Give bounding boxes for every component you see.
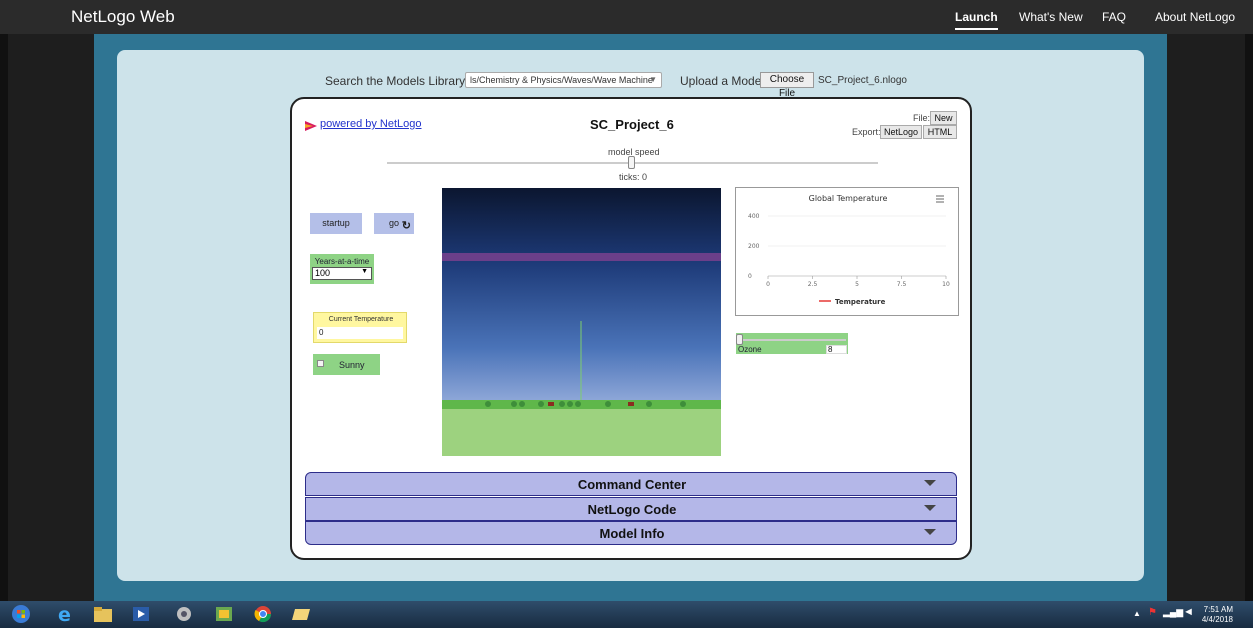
ticks-counter: ticks: 0 [619, 172, 648, 182]
taskbar-time[interactable]: 7:51 AM [1203, 605, 1233, 614]
plot-x-tick-label: 10 [942, 281, 950, 288]
plot-x-tick-label: 5 [855, 281, 859, 288]
command-center-label: Command Center [577, 477, 687, 492]
choose-file-button[interactable]: Choose File [760, 72, 814, 99]
file-new-button[interactable]: New [930, 111, 957, 125]
ozone-slider-thumb[interactable] [736, 334, 743, 345]
years-at-a-time-label: Years-at-a-time [314, 257, 370, 266]
system-tray-chevron-icon[interactable]: ▲ [1133, 609, 1141, 618]
ground [442, 409, 721, 456]
years-at-a-time-select[interactable]: 100 ▼ [312, 267, 372, 280]
netlogo-logo-icon[interactable] [305, 121, 317, 131]
export-html-button[interactable]: HTML [923, 125, 957, 139]
upload-model-label: Upload a Model: [680, 74, 768, 88]
nav-whats-new[interactable]: What's New [1019, 10, 1083, 24]
ozone-layer [442, 253, 721, 261]
chrome-icon[interactable] [252, 604, 274, 624]
world-view[interactable] [442, 188, 721, 456]
powered-by-link[interactable]: powered by NetLogo [320, 118, 422, 130]
startup-button[interactable]: startup [310, 213, 362, 234]
years-at-a-time-value: 100 [315, 268, 331, 278]
years-at-a-time-chooser[interactable]: Years-at-a-time 100 ▼ [310, 254, 374, 284]
sunny-switch[interactable]: Sunny [313, 354, 380, 375]
plot-x-ticks: 0 2.5 5 7.5 10 [766, 276, 950, 288]
plot-x-tick-label: 0 [766, 281, 770, 288]
go-button-label: go [388, 218, 399, 228]
hamburger-menu-icon[interactable] [936, 195, 944, 203]
ozone-value-input[interactable]: 8 [826, 345, 847, 354]
chevron-down-icon [924, 505, 936, 511]
plot-x-tick-label: 7.5 [897, 281, 907, 288]
models-library-label: Search the Models Library: [325, 74, 469, 88]
model-info-label: Model Info [599, 526, 665, 541]
internet-explorer-icon[interactable]: e [55, 604, 77, 624]
current-temperature-monitor: Current Temperature 0 [313, 312, 407, 343]
netlogo-code-label: NetLogo Code [587, 502, 677, 517]
media-player-icon[interactable] [130, 604, 152, 624]
nav-launch[interactable]: Launch [955, 10, 998, 30]
app-icon[interactable] [173, 604, 195, 624]
model-speed-thumb[interactable] [628, 156, 635, 169]
windows-start-icon[interactable] [10, 604, 32, 624]
export-label: Export: [852, 127, 881, 137]
go-button[interactable]: go ↻ [374, 213, 414, 234]
plot-canvas: Global Temperature 400 200 0 0 2.5 5 7.5 10 Te… [748, 194, 950, 306]
taskbar-date[interactable]: 4/4/2018 [1198, 615, 1233, 624]
plot-y-tick-label: 400 [748, 213, 760, 220]
network-signal-icon[interactable]: ▂▄▆ [1163, 607, 1183, 618]
plot-y-ticks: 400 200 0 [748, 213, 760, 280]
plot-gridlines [768, 215, 946, 277]
command-center-accordion[interactable]: Command Center [305, 472, 957, 496]
svg-text:e: e [58, 604, 71, 624]
file-label: File: [913, 113, 931, 123]
models-library-select[interactable]: ls/Chemistry & Physics/Waves/Wave Machin… [465, 72, 662, 88]
action-center-flag-icon[interactable]: ⚑ [1148, 607, 1157, 618]
ozone-slider-track[interactable] [738, 339, 846, 341]
sunny-checkbox[interactable] [317, 360, 324, 367]
top-nav-bar: NetLogo Web Launch What's New FAQ About … [0, 0, 1253, 34]
chevron-down-icon: ▼ [649, 75, 657, 84]
current-temperature-label: Current Temperature [328, 316, 394, 323]
ozone-label: Ozone [738, 345, 762, 354]
plot-y-tick-label: 200 [748, 243, 760, 250]
brand-title[interactable]: NetLogo Web [71, 7, 175, 27]
plot-legend: Temperature [835, 298, 886, 306]
right-edge [1245, 34, 1253, 601]
export-netlogo-button[interactable]: NetLogo [880, 125, 922, 139]
nav-faq[interactable]: FAQ [1102, 10, 1126, 24]
chevron-down-icon [924, 529, 936, 535]
current-temperature-value: 0 [317, 327, 403, 339]
chevron-down-icon: ▼ [361, 268, 368, 275]
chevron-down-icon [924, 480, 936, 486]
volume-icon[interactable]: ◄ [1183, 606, 1194, 618]
plot-y-tick-label: 0 [748, 273, 752, 280]
plot-title: Global Temperature [809, 194, 888, 203]
left-edge [0, 34, 8, 601]
global-temperature-plot[interactable]: Global Temperature 400 200 0 0 2.5 5 7.5 10 Te… [735, 187, 959, 316]
model-title: SC_Project_6 [590, 117, 674, 132]
earth-surface [442, 400, 721, 410]
nav-about-netlogo[interactable]: About NetLogo [1155, 10, 1235, 24]
image-viewer-icon[interactable] [213, 604, 235, 624]
file-explorer-icon[interactable] [92, 604, 114, 624]
models-library-selected: ls/Chemistry & Physics/Waves/Wave Machin… [470, 75, 653, 85]
plot-x-tick-label: 2.5 [808, 281, 818, 288]
model-info-accordion[interactable]: Model Info [305, 521, 957, 545]
netlogo-code-accordion[interactable]: NetLogo Code [305, 497, 957, 521]
folder-icon[interactable] [290, 604, 312, 624]
uploaded-file-name: SC_Project_6.nlogo [818, 75, 907, 86]
sunny-label: Sunny [339, 360, 365, 370]
refresh-icon: ↻ [401, 220, 411, 232]
